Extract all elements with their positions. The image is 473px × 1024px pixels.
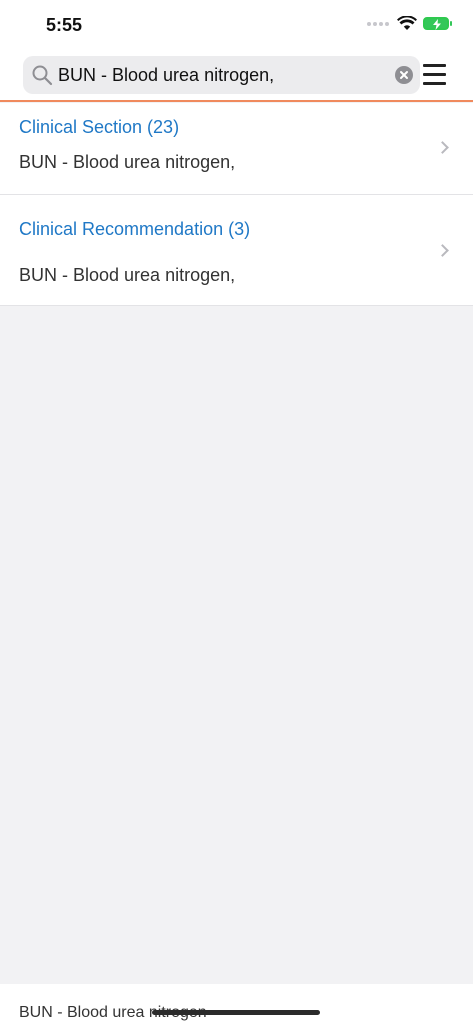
home-indicator[interactable]	[152, 1010, 320, 1015]
result-subtitle: BUN - Blood urea nitrogen,	[19, 152, 236, 172]
cellular-icon	[367, 21, 389, 26]
bottom-bar: BUN - Blood urea nitrogen	[0, 984, 473, 1024]
result-row-clinical-recommendation[interactable]: Clinical Recommendation (3) BUN - Blood …	[0, 195, 473, 306]
header: 5:55	[0, 0, 473, 102]
result-row-clinical-section[interactable]: Clinical Section (23) BUN - Blood urea n…	[0, 103, 473, 195]
menu-icon[interactable]	[423, 64, 446, 86]
search-icon	[32, 65, 53, 86]
chevron-right-icon	[436, 141, 449, 154]
results-list: Clinical Section (23) BUN - Blood urea n…	[0, 103, 473, 306]
wifi-icon	[397, 16, 417, 30]
status-time: 5:55	[46, 15, 83, 35]
chevron-right-icon	[436, 244, 449, 257]
battery-icon	[423, 17, 452, 30]
result-title: Clinical Recommendation (3)	[19, 219, 251, 239]
status-icons	[367, 16, 452, 31]
result-subtitle: BUN - Blood urea nitrogen,	[19, 265, 236, 285]
result-title: Clinical Section (23)	[19, 117, 180, 137]
search-input[interactable]	[58, 62, 378, 88]
clear-icon[interactable]	[395, 66, 413, 84]
search-bar[interactable]	[23, 56, 420, 94]
